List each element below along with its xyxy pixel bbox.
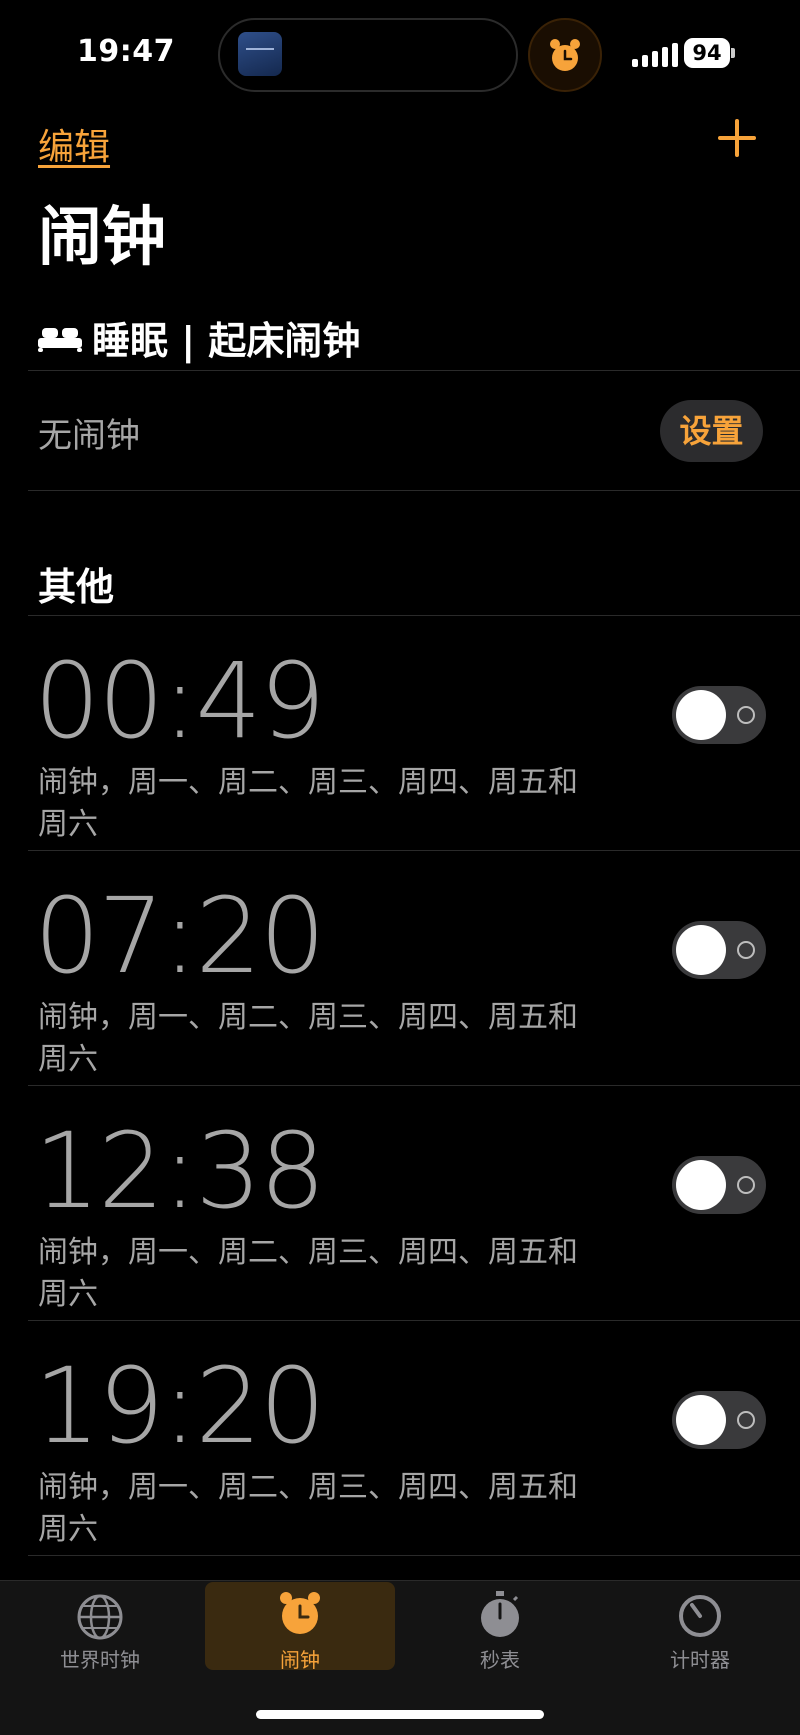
page-title: 闹钟 <box>38 201 166 275</box>
tab-world-clock[interactable]: 世界时钟 <box>5 1582 195 1672</box>
globe-icon <box>77 1594 123 1640</box>
divider <box>28 850 800 851</box>
alarm-toggle[interactable] <box>672 686 766 744</box>
add-alarm-button[interactable] <box>718 119 756 157</box>
alarm-time: 07:20 <box>34 875 326 997</box>
battery-tip <box>731 48 735 58</box>
alarm-toggle[interactable] <box>672 1156 766 1214</box>
alarm-label: 闹钟，周一、周二、周三、周四、周五和周六 <box>38 1000 578 1077</box>
cellular-signal-icon <box>632 43 678 67</box>
alarm-row[interactable]: 19:20 闹钟，周一、周二、周三、周四、周五和周六 <box>0 1335 800 1570</box>
home-indicator[interactable] <box>256 1710 544 1719</box>
tab-label: 计时器 <box>670 1648 730 1672</box>
status-time: 19:47 <box>77 34 175 69</box>
alarm-time: 19:20 <box>34 1345 326 1467</box>
alarm-live-activity[interactable] <box>528 18 602 92</box>
divider <box>28 370 800 371</box>
timer-icon <box>679 1595 721 1637</box>
alarm-clock-icon <box>280 1592 320 1634</box>
alarm-time: 00:49 <box>34 640 326 762</box>
tab-label: 闹钟 <box>280 1648 320 1672</box>
tab-label: 世界时钟 <box>60 1648 140 1672</box>
alarm-label: 闹钟，周一、周二、周三、周四、周五和周六 <box>38 765 578 842</box>
divider <box>28 615 800 616</box>
sleep-setup-button[interactable]: 设置 <box>660 400 763 462</box>
sleep-section-title: 睡眠 | 起床闹钟 <box>92 319 361 363</box>
alarm-row[interactable]: 12:38 闹钟，周一、周二、周三、周四、周五和周六 <box>0 1100 800 1335</box>
alarm-row[interactable]: 00:49 闹钟，周一、周二、周三、周四、周五和周六 <box>0 630 800 865</box>
divider <box>28 1085 800 1086</box>
tab-timer[interactable]: 计时器 <box>605 1582 795 1672</box>
other-section-title: 其他 <box>38 565 115 609</box>
alarm-clock-icon <box>550 39 580 71</box>
alarm-row[interactable]: 07:20 闹钟，周一、周二、周三、周四、周五和周六 <box>0 865 800 1100</box>
alarm-toggle[interactable] <box>672 921 766 979</box>
bed-icon <box>38 324 82 352</box>
divider <box>28 490 800 491</box>
sleep-section-header: 睡眠 | 起床闹钟 <box>38 310 360 365</box>
alarm-time: 12:38 <box>34 1110 326 1232</box>
battery-indicator: 94 <box>684 38 730 68</box>
tab-stopwatch[interactable]: 秒表 <box>405 1582 595 1672</box>
sleep-status: 无闹钟 <box>38 416 140 456</box>
divider <box>28 1555 800 1556</box>
edit-button[interactable]: 编辑 <box>38 118 110 170</box>
alarm-label: 闹钟，周一、周二、周三、周四、周五和周六 <box>38 1235 578 1312</box>
tab-label: 秒表 <box>480 1648 520 1672</box>
now-playing-artwork[interactable] <box>238 32 282 76</box>
alarm-toggle[interactable] <box>672 1391 766 1449</box>
divider <box>28 1320 800 1321</box>
alarm-label: 闹钟，周一、周二、周三、周四、周五和周六 <box>38 1470 578 1547</box>
tab-alarm[interactable]: 闹钟 <box>205 1582 395 1672</box>
stopwatch-icon <box>481 1591 519 1637</box>
